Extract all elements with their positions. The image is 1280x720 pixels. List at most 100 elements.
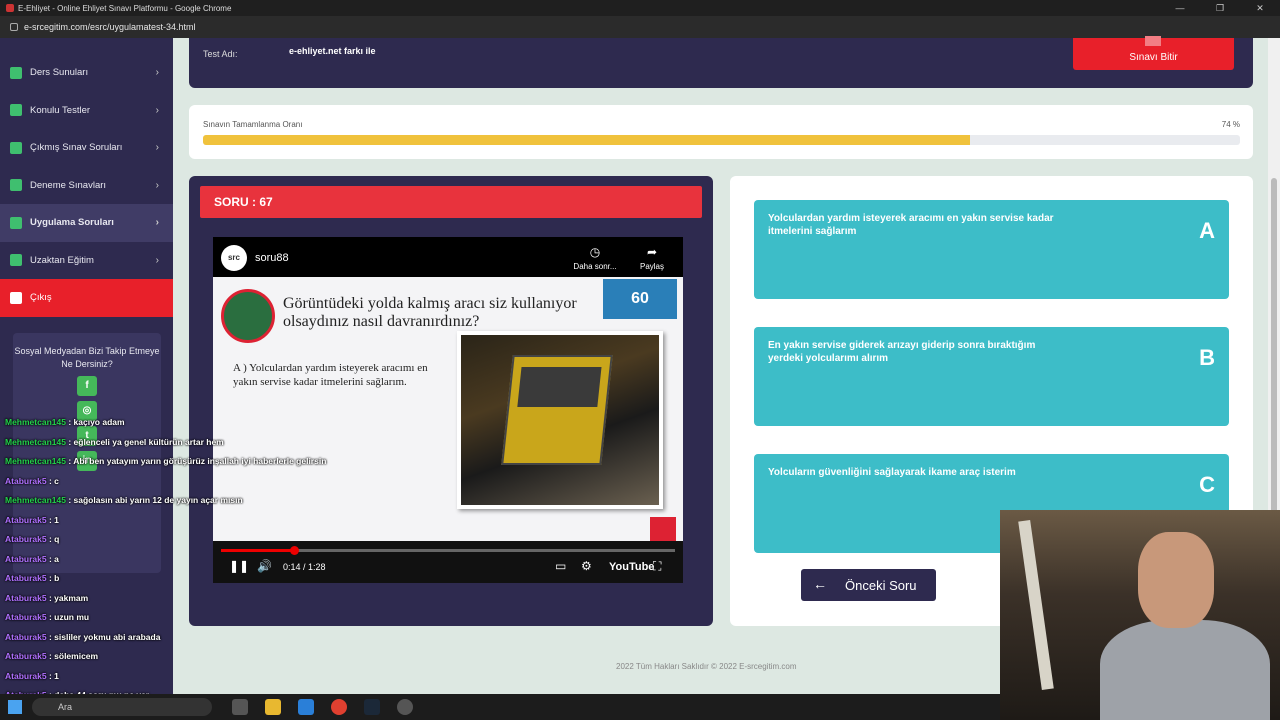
steam-icon[interactable] <box>364 699 380 715</box>
sidebar-item-uygulama-sorulari[interactable]: Uygulama Soruları › <box>0 204 173 242</box>
chat-text: : eğlenceli ya genel kültürün artar hem <box>68 436 224 447</box>
chat-username: Ataburak5 <box>5 534 47 544</box>
video-title[interactable]: soru88 <box>255 252 289 264</box>
subtitles-icon[interactable]: ▭ <box>555 559 566 573</box>
chat-message: Ataburak5 : yakmam <box>5 589 335 609</box>
chat-text: : b <box>48 573 60 583</box>
chrome-icon[interactable] <box>331 699 347 715</box>
chat-username: Ataburak5 <box>5 631 47 642</box>
share-button[interactable]: ➦ Paylaş <box>635 245 669 271</box>
chat-text: : uzun mu <box>48 612 90 622</box>
windows-start-icon[interactable] <box>8 700 22 714</box>
subscribe-badge <box>650 517 676 541</box>
channel-avatar[interactable]: src <box>221 245 247 271</box>
question-number: SORU : 67 <box>200 186 702 218</box>
video-question-text: Görüntüdeki yolda kalmış aracı siz kulla… <box>283 295 577 330</box>
stream-chat: Mehmetcan145 : kaçıyo adam Mehmetcan145 :… <box>5 413 335 706</box>
obs-icon[interactable] <box>397 699 413 715</box>
logout-icon <box>10 291 22 304</box>
chat-text: : Abi ben yatayım yarın görüşürüz inşall… <box>68 456 327 466</box>
chat-username: Ataburak5 <box>5 553 47 564</box>
chat-message: Ataburak5 : 1 <box>5 667 335 687</box>
youtube-logo[interactable]: YouTube <box>609 561 654 573</box>
remote-learning-icon <box>10 254 22 267</box>
practice-icon <box>10 216 22 229</box>
test-icon <box>10 104 22 117</box>
chat-message: Ataburak5 : sisliler yokmu abi arabada <box>5 628 335 648</box>
watch-later-button[interactable]: ◷ Daha sonr... <box>567 245 623 271</box>
progress-label: Sınavın Tamamlanma Oranı <box>203 120 303 129</box>
minimize-icon[interactable]: — <box>1160 0 1200 16</box>
settings-gear-icon[interactable]: ⚙ <box>581 559 592 573</box>
chat-username: Ataburak5 <box>5 514 47 525</box>
sidebar-item-cikmis-sorular[interactable]: Çıkmış Sınav Soruları › <box>0 129 173 167</box>
sidebar-item-cikis[interactable]: Çıkış <box>0 279 173 317</box>
chat-text: : q <box>48 534 60 544</box>
stuck-bus-photo <box>457 331 663 509</box>
chat-message: Ataburak5 : 1 <box>5 511 335 531</box>
chat-text: : c <box>48 475 59 486</box>
social-title: Sosyal Medyadan Bizi Takip Etmeye Ne Der… <box>14 346 160 369</box>
sidebar-item-konulu-testler[interactable]: Konulu Testler › <box>0 92 173 130</box>
progress-fill <box>203 135 971 145</box>
sidebar-item-uzaktan-egitim[interactable]: Uzaktan Eğitim › <box>0 242 173 280</box>
webcam-overlay <box>1000 510 1280 720</box>
close-icon[interactable]: ✕ <box>1240 0 1280 16</box>
answer-letter: A <box>1199 218 1215 243</box>
chevron-right-icon: › <box>155 67 159 79</box>
video-topbar: src soru88 ◷ Daha sonr... ➦ Paylaş <box>213 237 683 277</box>
task-view-icon[interactable] <box>232 699 248 715</box>
url-text[interactable]: e-srcegitim.com/esrc/uygulamatest-34.htm… <box>24 22 196 32</box>
chevron-right-icon: › <box>155 179 159 191</box>
chat-text: : 1 <box>48 670 59 681</box>
chat-username: Ataburak5 <box>5 651 47 661</box>
facebook-icon[interactable]: f <box>77 376 97 396</box>
presentation-icon <box>10 66 22 79</box>
previous-question-button[interactable]: ← Önceki Soru <box>801 569 936 601</box>
close-icon <box>1145 36 1161 46</box>
sidebar-item-ders-sunulari[interactable]: Ders Sunuları › <box>0 54 173 92</box>
answer-option-b[interactable]: En yakın servise giderek arızayı giderip… <box>754 327 1229 426</box>
chat-username: Mehmetcan145 <box>5 456 66 466</box>
answer-letter: B <box>1199 345 1215 370</box>
arrow-left-icon: ← <box>813 576 827 592</box>
chat-text: : a <box>48 553 59 564</box>
chat-message: Mehmetcan145 : sağolasın abi yarın 12 de… <box>5 491 335 511</box>
chevron-right-icon: › <box>155 142 159 154</box>
fullscreen-icon[interactable]: ⛶ <box>653 559 661 574</box>
streamer-body <box>1100 620 1270 720</box>
finish-exam-button[interactable]: Sınavı Bitir <box>1073 36 1234 70</box>
bus-window <box>517 367 602 407</box>
sidebar-scrolled-item[interactable] <box>0 38 173 54</box>
src-egitim-logo <box>221 289 275 343</box>
sidebar-item-deneme-sinavlari[interactable]: Deneme Sınavları › <box>0 167 173 205</box>
chat-text: : 1 <box>48 514 59 525</box>
timer-badge: 60 <box>603 279 677 319</box>
chat-text: : sağolasın abi yarın 12 de yayın açar m… <box>68 495 243 505</box>
chat-message: Ataburak5 : c <box>5 472 335 492</box>
chat-username: Mehmetcan145 <box>5 495 66 505</box>
trial-exam-icon <box>10 179 22 192</box>
clock-icon: ◷ <box>589 245 601 259</box>
answer-text: Yolculardan yardım isteyerek aracımı en … <box>768 213 1054 237</box>
taskbar: Ara <box>0 694 1000 720</box>
progress-percent: 74 % <box>1221 120 1240 129</box>
video-answer-text: A ) Yolculardan yardım isteyerek aracımı… <box>233 362 428 388</box>
address-bar[interactable]: e-srcegitim.com/esrc/uygulamatest-34.htm… <box>0 16 1280 38</box>
answer-text: En yakın servise giderek arızayı giderip… <box>768 340 1036 364</box>
site-info-icon[interactable] <box>10 23 18 31</box>
outlook-icon[interactable] <box>298 699 314 715</box>
answer-option-a[interactable]: Yolculardan yardım isteyerek aracımı en … <box>754 200 1229 299</box>
restore-icon[interactable]: ❐ <box>1200 0 1240 16</box>
window-controls: — ❐ ✕ <box>1160 0 1280 16</box>
chat-message: Ataburak5 : b <box>5 569 335 589</box>
chat-message: Mehmetcan145 : Abi ben yatayım yarın gör… <box>5 452 335 472</box>
window-title: E-Ehliyet - Online Ehliyet Sınavı Platfo… <box>18 3 232 13</box>
share-icon: ➦ <box>646 245 658 259</box>
chevron-right-icon: › <box>155 254 159 266</box>
chat-username: Ataburak5 <box>5 670 47 681</box>
file-explorer-icon[interactable] <box>265 699 281 715</box>
chat-text: : kaçıyo adam <box>68 417 125 427</box>
taskbar-search[interactable]: Ara <box>32 698 212 716</box>
site-favicon-icon <box>6 4 14 12</box>
